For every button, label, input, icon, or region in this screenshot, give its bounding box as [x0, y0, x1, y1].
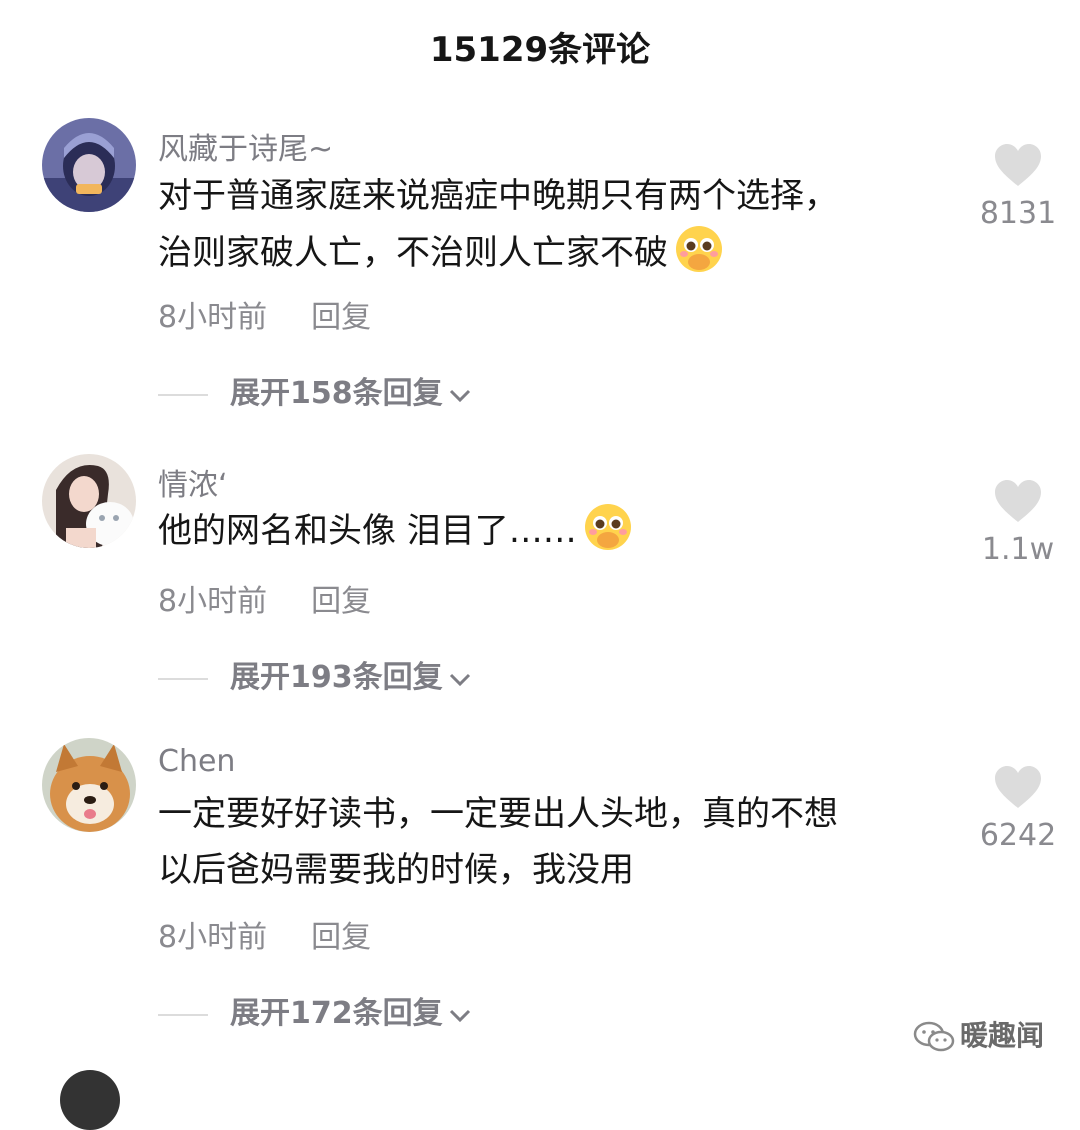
divider-line — [158, 393, 208, 396]
expand-label: 展开172条回复 — [230, 996, 443, 1031]
reply-button[interactable]: 回复 — [311, 300, 371, 335]
username[interactable]: Chen — [158, 744, 235, 779]
username[interactable]: 情浓‘ — [158, 460, 228, 504]
heart-icon — [995, 766, 1041, 808]
avatar[interactable] — [42, 454, 136, 548]
expand-replies-button[interactable]: 展开172条回复 — [158, 988, 473, 1032]
comment-line: 对于普通家庭来说癌症中晚期只有两个选择， — [158, 176, 838, 216]
comment-meta: 8小时前 回复 — [158, 576, 371, 620]
divider-line — [158, 677, 208, 680]
pleading-face-emoji — [676, 226, 722, 272]
like-button[interactable]: 8131 — [978, 142, 1058, 231]
like-count: 6242 — [979, 818, 1057, 853]
chevron-down-icon — [449, 389, 470, 402]
comment-line: 他的网名和头像 泪目了…… — [158, 502, 958, 559]
divider-line — [158, 1013, 208, 1016]
like-count: 8131 — [979, 196, 1057, 231]
heart-icon — [995, 144, 1041, 186]
like-button[interactable]: 1.1w — [978, 478, 1058, 567]
chevron-down-icon — [449, 1009, 470, 1022]
reply-button[interactable]: 回复 — [311, 920, 371, 955]
wechat-icon — [913, 1021, 955, 1052]
avatar[interactable] — [60, 1070, 120, 1130]
comments-header: 15129条评论 — [429, 30, 651, 70]
expand-label: 展开158条回复 — [230, 376, 443, 411]
timestamp: 8小时前 — [158, 300, 268, 335]
like-button[interactable]: 6242 — [978, 764, 1058, 853]
avatar[interactable] — [42, 118, 136, 212]
comment-meta: 8小时前 回复 — [158, 292, 371, 336]
timestamp: 8小时前 — [158, 920, 268, 955]
pleading-face-emoji — [584, 504, 631, 550]
like-count: 1.1w — [981, 532, 1055, 567]
comment-text: 他的网名和头像 泪目了…… — [158, 502, 958, 559]
comment-line: 一定要好好读书，一定要出人头地，真的不想 — [158, 794, 838, 834]
watermark: 暖趣闻 — [912, 1014, 1044, 1055]
expand-replies-button[interactable]: 展开193条回复 — [158, 652, 473, 696]
comment-meta: 8小时前 回复 — [158, 912, 371, 956]
chevron-down-icon — [449, 673, 470, 686]
comment-text: 一定要好好读书，一定要出人头地，真的不想 以后爸妈需要我的时候，我没用 — [158, 786, 958, 898]
watermark-text: 暖趣闻 — [959, 1019, 1044, 1052]
comment-line: 治则家破人亡，不治则人亡家不破 — [158, 224, 958, 281]
comment-text: 对于普通家庭来说癌症中晚期只有两个选择， 治则家破人亡，不治则人亡家不破 — [158, 168, 958, 281]
heart-icon — [995, 480, 1041, 522]
avatar[interactable] — [42, 738, 136, 832]
expand-replies-button[interactable]: 展开158条回复 — [158, 368, 473, 412]
expand-label: 展开193条回复 — [230, 660, 443, 695]
comment-line: 以后爸妈需要我的时候，我没用 — [158, 850, 634, 890]
reply-button[interactable]: 回复 — [311, 584, 371, 619]
username[interactable]: 风藏于诗尾~ — [158, 124, 333, 168]
timestamp: 8小时前 — [158, 584, 268, 619]
